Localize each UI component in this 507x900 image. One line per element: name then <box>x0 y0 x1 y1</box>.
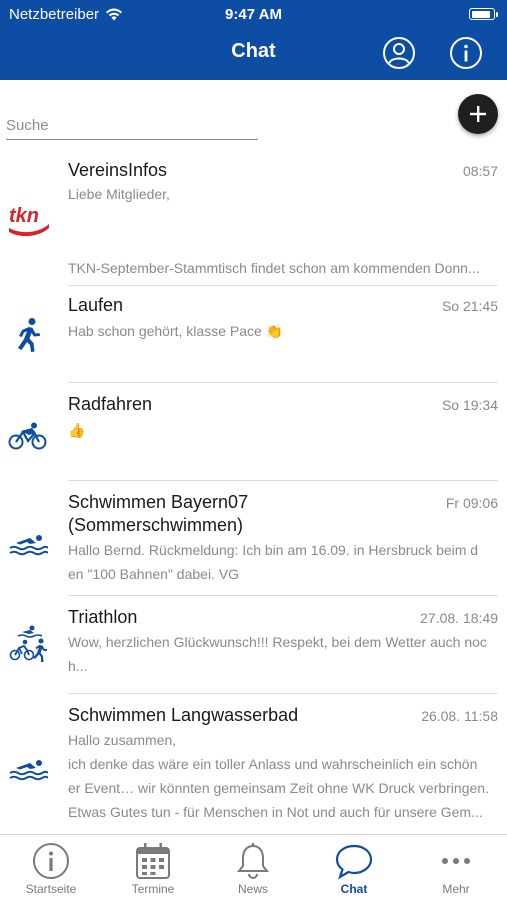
more-dots-icon <box>436 841 476 881</box>
info-circle-icon <box>450 37 482 69</box>
tab-startseite[interactable]: Startseite <box>1 841 101 900</box>
chat-timestamp: 27.08. 18:49 <box>420 610 498 626</box>
chat-item-radfahren[interactable]: Radfahren So 19:34 👍 <box>0 382 507 480</box>
tab-termine[interactable]: Termine <box>103 841 203 900</box>
tab-label: News <box>237 882 268 896</box>
tab-news[interactable]: News <box>203 841 303 900</box>
chat-preview-line: en "100 Bahnen" dabei. VG <box>68 566 240 582</box>
person-circle-icon <box>383 37 415 69</box>
status-time: 9:47 AM <box>225 6 282 23</box>
chat-preview-line: er Event… wir könnten gemeinsam Zeit ohn… <box>68 780 489 796</box>
tab-label: Termine <box>131 882 175 896</box>
chat-name: Radfahren <box>68 394 153 414</box>
info-button[interactable] <box>449 36 483 70</box>
chat-name: Schwimmen Bayern07 <box>68 492 249 512</box>
chat-timestamp: 26.08. 11:58 <box>421 708 498 724</box>
chat-timestamp: Fr 09:06 <box>445 495 498 511</box>
calendar-icon <box>133 841 173 881</box>
tab-bar: Startseite Termine News Chat Mehr <box>0 834 507 900</box>
chat-preview-line: Hab schon gehört, klasse Pace 👏 <box>68 323 284 339</box>
runner-icon <box>0 317 56 353</box>
battery-level <box>471 10 491 18</box>
battery-icon <box>469 8 498 20</box>
chat-preview-line: h... <box>68 658 88 674</box>
chat-preview-line: 👍 <box>68 422 86 438</box>
tab-label: Mehr <box>442 882 470 896</box>
chat-item-schwimmen-langwasserbad[interactable]: Schwimmen Langwasserbad 26.08. 11:58 Hal… <box>0 693 507 831</box>
chat-name-continued: (Sommerschwimmen) <box>68 515 244 535</box>
chat-name: Triathlon <box>68 607 138 627</box>
chat-item-laufen[interactable]: Laufen So 21:45 Hab schon gehört, klasse… <box>0 285 507 382</box>
chat-preview-line: Wow, herzlichen Glückwunsch!!! Respekt, … <box>68 634 487 650</box>
chat-preview-line: Hallo Bernd. Rückmeldung: Ich bin am 16.… <box>68 542 479 558</box>
svg-text:tkn: tkn <box>9 205 39 227</box>
chat-bubble-icon <box>334 841 374 881</box>
app-header: Netzbetreiber 9:47 AM Chat <box>0 0 507 80</box>
profile-button[interactable] <box>382 36 416 70</box>
triathlon-icon <box>0 625 56 663</box>
search-input[interactable] <box>6 112 258 140</box>
info-circle-icon <box>31 841 71 881</box>
chat-preview-line: Liebe Mitglieder, <box>68 186 170 202</box>
chat-timestamp: So 19:34 <box>441 397 498 413</box>
cyclist-icon <box>0 422 56 450</box>
swimmer-icon <box>0 759 56 781</box>
bell-icon <box>233 841 273 881</box>
chat-item-vereinsinfos[interactable]: tkn VereinsInfos 08:57 Liebe Mitglieder,… <box>0 150 507 285</box>
chat-name: Laufen <box>68 295 124 315</box>
status-bar: Netzbetreiber 9:47 AM <box>0 0 507 28</box>
chat-preview-line: Etwas Gutes tun - für Menschen in Not un… <box>68 804 483 820</box>
tab-mehr[interactable]: Mehr <box>406 841 506 900</box>
chat-item-triathlon[interactable]: Triathlon 27.08. 18:49 Wow, herzlichen G… <box>0 595 507 693</box>
chat-item-schwimmen-bayern07[interactable]: Schwimmen Bayern07 (Sommerschwimmen) Fr … <box>0 480 507 595</box>
chat-timestamp: So 21:45 <box>441 298 498 314</box>
plus-icon <box>470 106 486 122</box>
tab-label: Startseite <box>25 882 77 896</box>
chat-preview-line: Hallo zusammen, <box>68 732 177 748</box>
tkn-logo: tkn <box>0 198 56 238</box>
page-title: Chat <box>231 40 276 62</box>
tab-label: Chat <box>340 882 368 896</box>
new-chat-button[interactable] <box>458 94 498 134</box>
chat-preview-line: ich denke das wäre ein toller Anlass und… <box>68 756 478 772</box>
swimmer-icon <box>0 534 56 556</box>
chat-name: VereinsInfos <box>68 160 168 180</box>
chat-timestamp: 08:57 <box>462 163 498 179</box>
tab-chat[interactable]: Chat <box>304 841 404 900</box>
chat-name: Schwimmen Langwasserbad <box>68 705 299 725</box>
chat-preview-line: TKN-September-Stammtisch findet schon am… <box>68 260 480 276</box>
